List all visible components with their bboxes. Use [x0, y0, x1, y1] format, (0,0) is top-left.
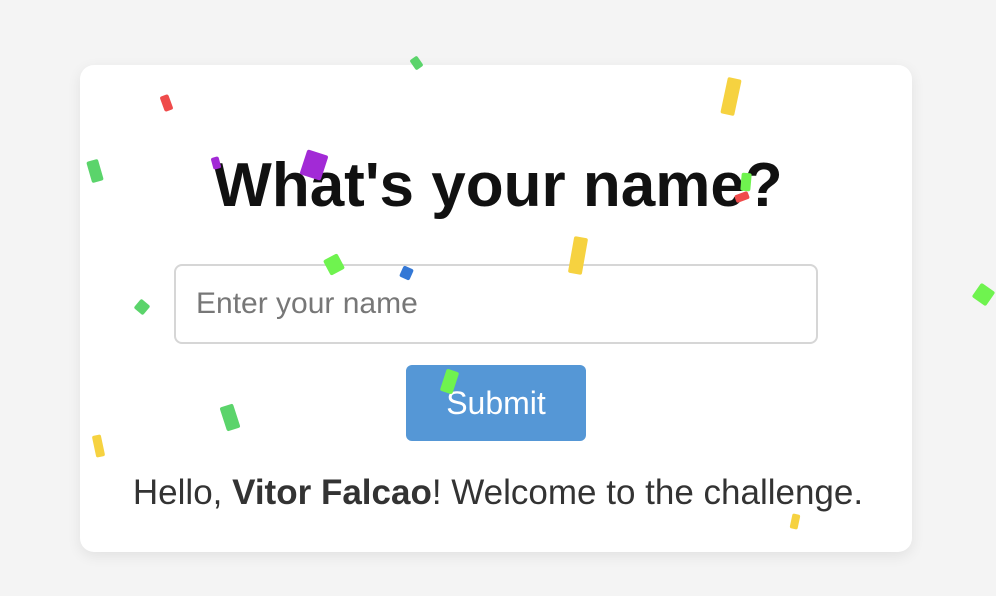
name-input[interactable] [174, 264, 818, 344]
confetti-piece [971, 282, 996, 307]
greeting-suffix: ! Welcome to the challenge. [431, 473, 864, 512]
greeting-prefix: Hello, [132, 473, 233, 512]
page-title: What's your name? [213, 151, 783, 220]
greeting-name: Vitor Falcao [232, 473, 432, 512]
submit-button[interactable]: Submit [406, 365, 586, 441]
greeting-message: Hello, Vitor Falcao! Welcome to the chal… [0, 470, 996, 516]
